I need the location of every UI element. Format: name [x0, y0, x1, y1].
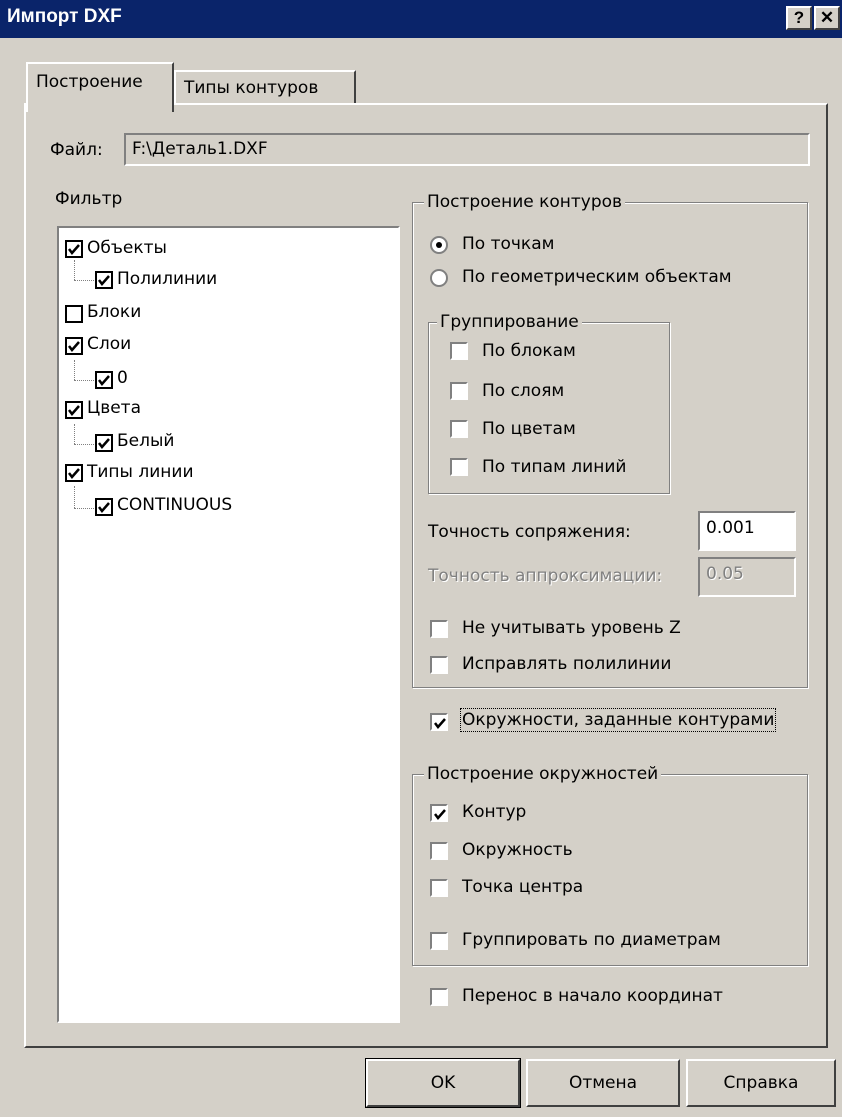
tree-item-polylines[interactable]: Полилинии — [117, 269, 217, 289]
checkbox-by-linetypes[interactable] — [450, 458, 468, 476]
file-path-field: F:\Деталь1.DXF — [124, 133, 810, 166]
checkbox-center-point[interactable] — [430, 879, 448, 897]
file-label: Файл: — [50, 140, 103, 160]
move-to-origin-label[interactable]: Перенос в начало координат — [462, 986, 723, 1006]
checkbox-by-layers[interactable] — [450, 382, 468, 400]
circle-label[interactable]: Окружность — [462, 840, 573, 860]
tree-item-layers[interactable]: Слои — [87, 334, 131, 354]
tree-item-blocks[interactable]: Блоки — [87, 302, 141, 322]
checkbox-by-blocks[interactable] — [450, 342, 468, 360]
tree-checkbox-layer-0[interactable] — [95, 371, 113, 389]
tree-item-objects[interactable]: Объекты — [87, 238, 167, 258]
tree-item-colors[interactable]: Цвета — [87, 398, 141, 418]
checkbox-move-to-origin[interactable] — [430, 988, 448, 1006]
contour-label[interactable]: Контур — [462, 802, 526, 822]
tree-item-continuous[interactable]: CONTINUOUS — [117, 495, 232, 515]
checkbox-circles-by-contours[interactable] — [430, 713, 448, 731]
conjugation-precision-label: Точность сопряжения: — [428, 522, 631, 542]
ignore-z-label[interactable]: Не учитывать уровень Z — [462, 618, 681, 638]
tree-checkbox-linetypes[interactable] — [65, 464, 83, 482]
help-button[interactable]: Справка — [686, 1059, 836, 1107]
by-colors-label[interactable]: По цветам — [482, 419, 576, 439]
center-point-label[interactable]: Точка центра — [462, 877, 583, 897]
radio-by-geometry[interactable] — [430, 269, 448, 287]
fix-polylines-label[interactable]: Исправлять полилинии — [462, 654, 671, 674]
radio-by-points-label[interactable]: По точкам — [462, 234, 554, 254]
tree-item-layer-0[interactable]: 0 — [117, 368, 128, 388]
tree-item-linetypes[interactable]: Типы линии — [87, 462, 194, 482]
conjugation-precision-input[interactable]: 0.001 — [698, 511, 796, 551]
checkbox-ignore-z[interactable] — [430, 620, 448, 638]
grouping-legend: Группирование — [437, 312, 582, 332]
checkbox-contour[interactable] — [430, 804, 448, 822]
by-blocks-label[interactable]: По блокам — [482, 341, 576, 361]
checkbox-fix-polylines[interactable] — [430, 656, 448, 674]
filter-label: Фильтр — [55, 189, 123, 209]
by-layers-label[interactable]: По слоям — [482, 381, 564, 401]
tree-checkbox-white[interactable] — [95, 434, 113, 452]
tree-checkbox-blocks[interactable] — [65, 305, 83, 323]
contour-construction-legend: Построение контуров — [424, 192, 626, 212]
title-bar[interactable]: Импорт DXF ? ✕ — [0, 0, 842, 38]
radio-by-geometry-label[interactable]: По геометрическим объектам — [462, 267, 732, 287]
ok-button[interactable]: OK — [365, 1058, 521, 1108]
tab-contour-types[interactable]: Типы контуров — [174, 70, 356, 104]
cancel-button[interactable]: Отмена — [526, 1059, 680, 1107]
window-title: Импорт DXF — [7, 6, 122, 27]
radio-by-points[interactable] — [430, 236, 448, 254]
checkbox-group-by-diameter[interactable] — [430, 932, 448, 950]
approximation-precision-input: 0.05 — [698, 557, 796, 597]
checkbox-circle[interactable] — [430, 842, 448, 860]
filter-tree[interactable]: Объекты Полилинии Блоки Слои 0 Цвета Бел… — [57, 226, 400, 1023]
circles-by-contours-label[interactable]: Окружности, заданные контурами — [459, 708, 777, 732]
tree-checkbox-objects[interactable] — [65, 240, 83, 258]
checkbox-by-colors[interactable] — [450, 420, 468, 438]
close-icon[interactable]: ✕ — [814, 6, 840, 30]
tree-checkbox-polylines[interactable] — [95, 271, 113, 289]
help-icon[interactable]: ? — [786, 6, 812, 30]
tree-checkbox-colors[interactable] — [65, 401, 83, 419]
by-linetypes-label[interactable]: По типам линий — [482, 457, 626, 477]
group-by-diameter-label[interactable]: Группировать по диаметрам — [462, 930, 721, 950]
circle-construction-legend: Построение окружностей — [424, 764, 662, 784]
approximation-precision-label: Точность аппроксимации: — [428, 566, 663, 586]
tree-checkbox-layers[interactable] — [65, 337, 83, 355]
tree-item-white[interactable]: Белый — [117, 431, 174, 451]
tree-checkbox-continuous[interactable] — [95, 498, 113, 516]
tab-construction[interactable]: Построение — [26, 62, 174, 112]
